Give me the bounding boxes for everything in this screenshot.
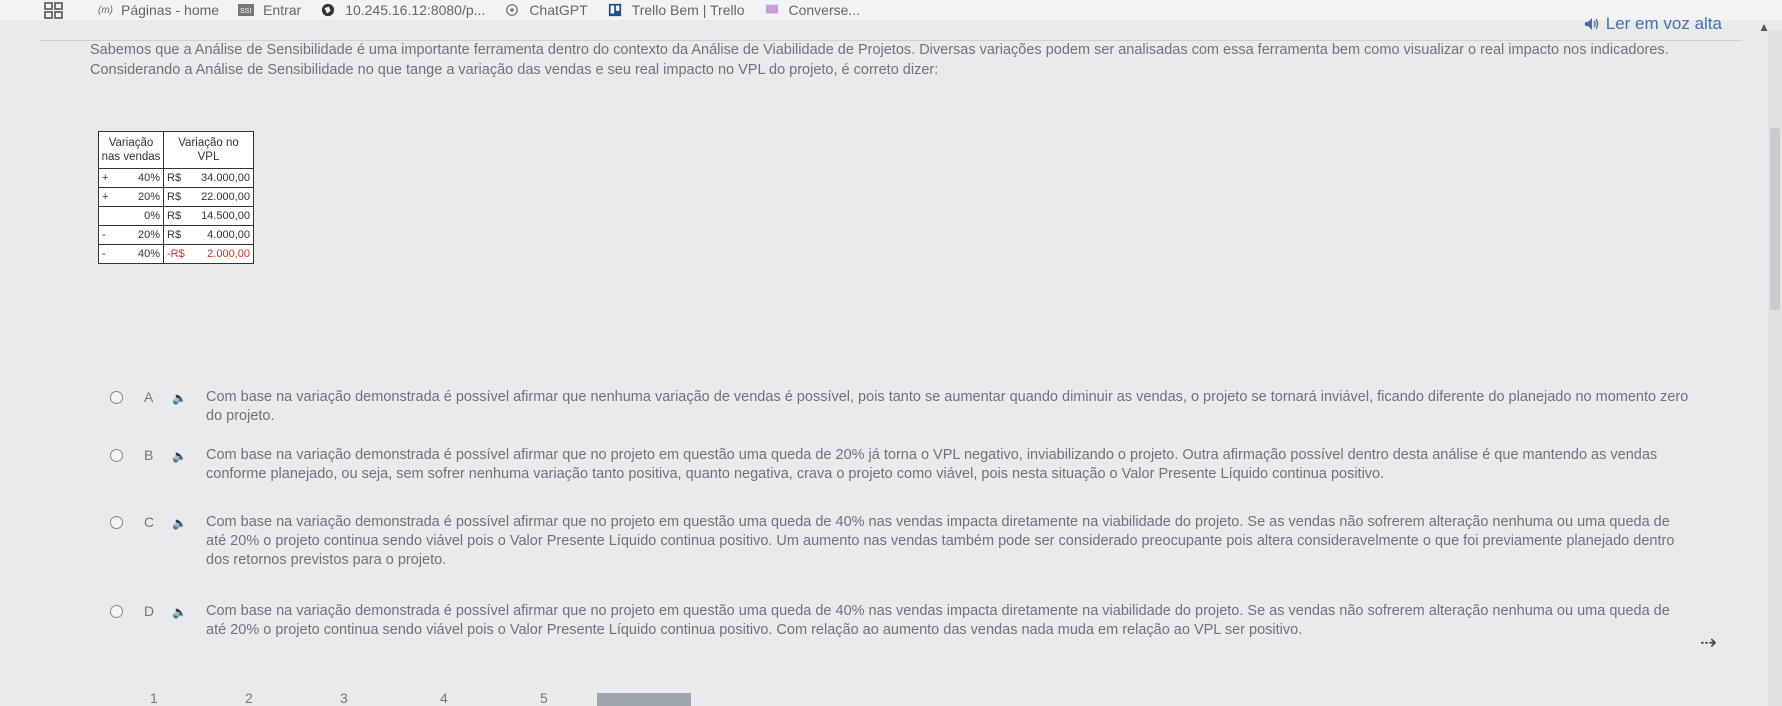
cell-pct: 20%: [113, 225, 164, 245]
page-1[interactable]: 1: [150, 690, 158, 706]
cell-pct: 0%: [113, 206, 164, 226]
option-text: Com base na variação demonstrada é possí…: [206, 447, 1658, 482]
table-row: 0% R$ 14.500,00: [98, 206, 254, 226]
apps-grid-icon[interactable]: [44, 2, 64, 20]
cell-amount: 34.000,00: [201, 172, 250, 184]
speaker-icon[interactable]: 🔈: [172, 603, 187, 622]
chatgpt-icon: [506, 4, 519, 16]
login-icon: SSI: [238, 4, 255, 16]
option-text: Com base na variação demonstrada é possí…: [206, 514, 1675, 568]
cell-amount: 4.000,00: [207, 229, 250, 241]
page-3[interactable]: 3: [340, 690, 348, 706]
cell-currency: -R$: [167, 248, 185, 260]
cell-amount: 2.000,00: [207, 248, 250, 260]
page-4[interactable]: 4: [440, 690, 448, 706]
cell-pct: 20%: [113, 187, 164, 207]
bookmark-label: Trello Bem | Trello: [631, 2, 745, 18]
cell-sign: +: [98, 168, 113, 188]
bookmark-label: Páginas - home: [121, 2, 220, 18]
bookmark-label: ChatGPT: [529, 2, 588, 18]
option-letter: D: [144, 603, 155, 619]
header-vpl-variation: Variação no VPL: [163, 131, 254, 169]
bookmark-label: 10.245.16.12:8080/p...: [345, 2, 486, 18]
bookmark-prefix: (m): [98, 4, 113, 16]
trello-icon: [608, 3, 621, 17]
option-letter: A: [144, 389, 154, 405]
read-aloud-button[interactable]: Ler em voz alta: [1584, 14, 1722, 34]
table-row: + 40% R$ 34.000,00: [98, 168, 254, 188]
bookmarks-bar: (m) Páginas - home SSI Entrar 10.245.16.…: [0, 0, 1782, 20]
cell-pct: 40%: [113, 168, 164, 188]
option-text: Com base na variação demonstrada é possí…: [206, 603, 1670, 638]
speaker-icon[interactable]: 🔈: [172, 514, 187, 533]
option-d[interactable]: D 🔈 Com base na variação demonstrada é p…: [110, 602, 1690, 640]
read-aloud-label: Ler em voz alta: [1605, 14, 1722, 33]
bookmark-ip-address[interactable]: 10.245.16.12:8080/p...: [319, 2, 485, 18]
cell-value: R$ 22.000,00: [163, 187, 254, 207]
cell-amount: 22.000,00: [201, 191, 250, 203]
page-5[interactable]: 5: [540, 690, 548, 706]
page-2[interactable]: 2: [245, 690, 253, 706]
bookmark-paginas-home[interactable]: (m) Páginas - home: [98, 2, 219, 18]
cell-sign: -: [98, 244, 113, 264]
chat-icon: [765, 4, 778, 14]
cell-currency: R$: [167, 191, 182, 203]
cell-currency: R$: [167, 210, 182, 222]
pagination: 1 2 3 4 5: [0, 688, 1782, 706]
table-header-row: Variação nas vendas Variação no VPL: [98, 131, 254, 169]
globe-icon: [322, 3, 335, 17]
bookmark-entrar[interactable]: SSI Entrar: [237, 2, 301, 18]
svg-text:SSI: SSI: [240, 8, 251, 15]
cell-currency: R$: [167, 229, 182, 241]
cursor-icon: ⇢: [1700, 632, 1717, 654]
header-sales-variation: Variação nas vendas: [98, 131, 164, 169]
radio-button-c[interactable]: [110, 516, 123, 529]
bookmark-trello[interactable]: Trello Bem | Trello: [606, 2, 745, 18]
scrollbar-thumb[interactable]: [1770, 128, 1780, 310]
table-row: + 20% R$ 22.000,00: [98, 187, 254, 207]
radio-button-a[interactable]: [110, 391, 123, 404]
option-letter: B: [144, 447, 154, 463]
speaker-icon: [1584, 18, 1598, 30]
sensitivity-table: Variação nas vendas Variação no VPL + 40…: [98, 131, 254, 264]
speaker-icon[interactable]: 🔈: [172, 447, 187, 466]
bookmark-label: Converse...: [788, 2, 861, 18]
cell-value: R$ 34.000,00: [163, 168, 254, 188]
cell-value: R$ 4.000,00: [163, 225, 254, 245]
table-row: - 40% -R$ 2.000,00: [98, 244, 254, 264]
table-row: - 20% R$ 4.000,00: [98, 225, 254, 245]
option-c[interactable]: C 🔈 Com base na variação demonstrada é p…: [110, 513, 1690, 570]
cell-value: R$ 14.500,00: [163, 206, 254, 226]
cell-amount: 14.500,00: [201, 210, 250, 222]
page-active-indicator[interactable]: [597, 693, 691, 706]
option-text: Com base na variação demonstrada é possí…: [206, 389, 1689, 424]
radio-button-b[interactable]: [110, 449, 123, 462]
question-text: Sabemos que a Análise de Sensibilidade é…: [90, 42, 1669, 78]
bookmark-label: Entrar: [263, 2, 302, 18]
bookmark-converse[interactable]: Converse...: [763, 2, 861, 18]
option-a[interactable]: A 🔈 Com base na variação demonstrada é p…: [110, 388, 1690, 426]
cell-sign: -: [98, 225, 113, 245]
radio-button-d[interactable]: [110, 605, 123, 618]
option-letter: C: [144, 514, 155, 530]
speaker-icon[interactable]: 🔈: [172, 389, 187, 408]
option-b[interactable]: B 🔈 Com base na variação demonstrada é p…: [110, 446, 1690, 484]
cell-sign: [98, 206, 113, 226]
bookmark-chatgpt[interactable]: ChatGPT: [503, 2, 588, 18]
cell-pct: 40%: [113, 244, 164, 264]
cell-value: -R$ 2.000,00: [163, 244, 254, 264]
cell-currency: R$: [167, 172, 182, 184]
cell-sign: +: [98, 187, 113, 207]
